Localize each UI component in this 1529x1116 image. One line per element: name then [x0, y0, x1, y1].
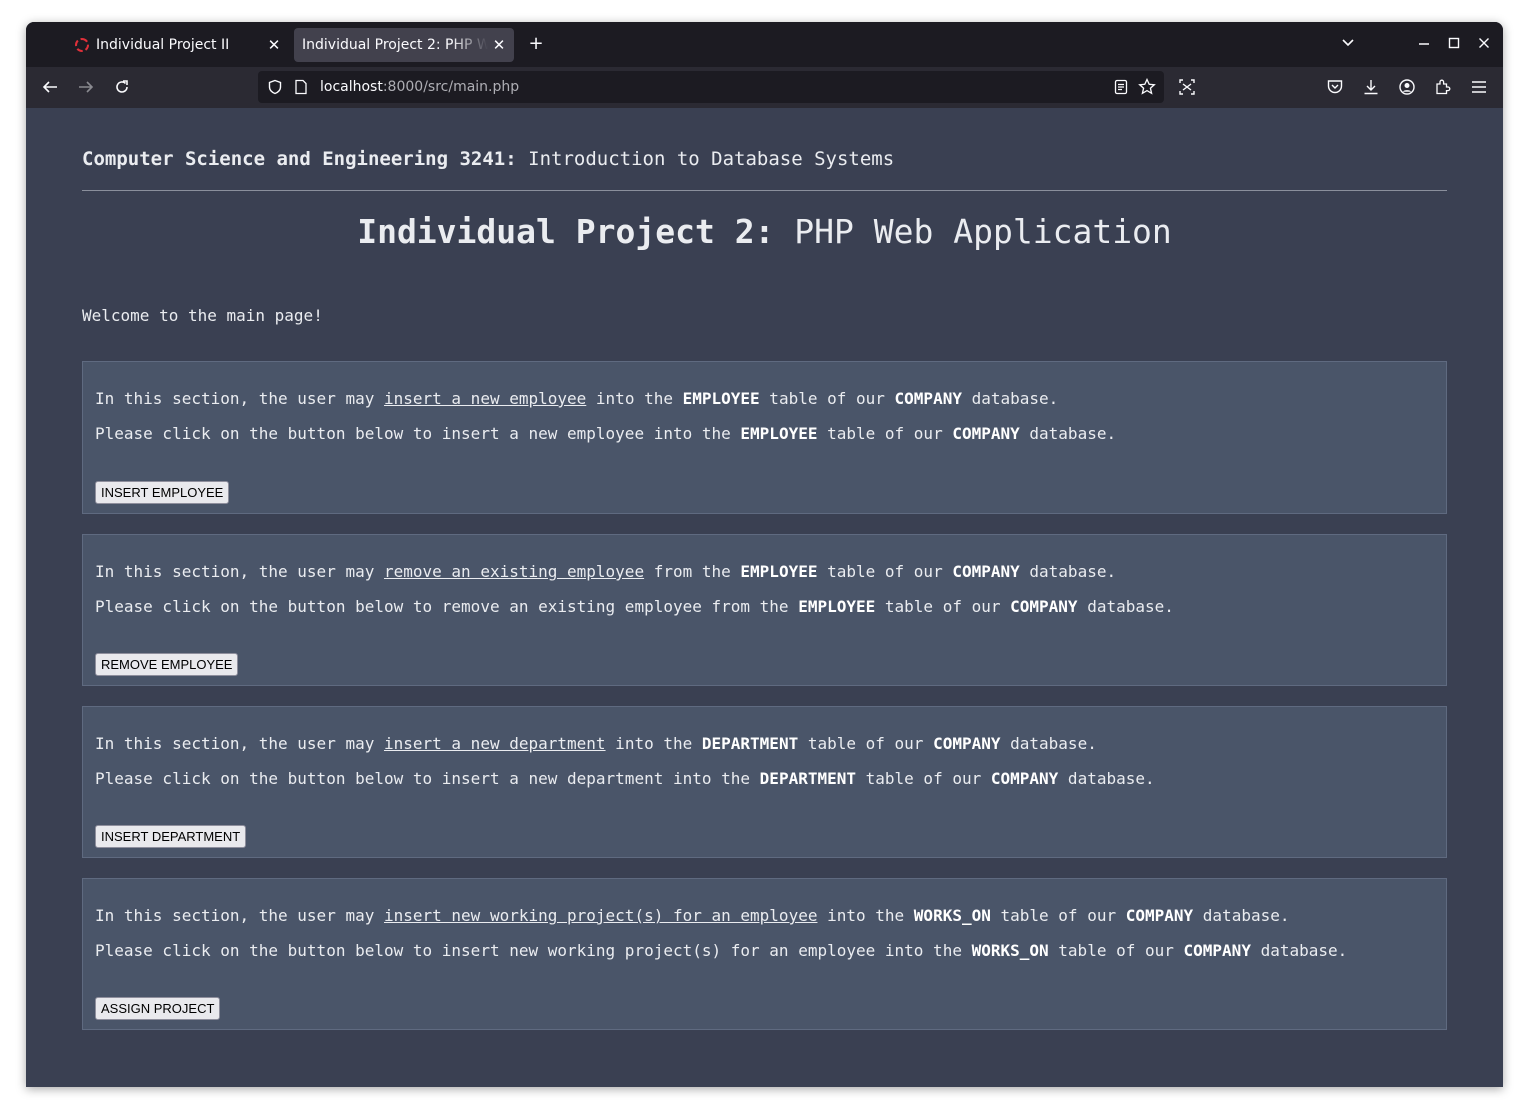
- shield-icon[interactable]: [262, 79, 288, 95]
- maximize-icon[interactable]: [1444, 35, 1464, 53]
- tab-php-web-application[interactable]: Individual Project 2: PHP Web Applicatio…: [294, 28, 514, 62]
- section-assign-project: In this section, the user may insert new…: [82, 878, 1447, 1030]
- extensions-icon[interactable]: [1433, 77, 1453, 97]
- page-info-icon[interactable]: [288, 79, 314, 95]
- reader-view-icon[interactable]: [1114, 79, 1128, 99]
- insert-department-button[interactable]: INSERT DEPARTMENT: [95, 825, 247, 848]
- forward-arrow-icon[interactable]: [76, 77, 96, 97]
- tab-title: Individual Project II: [96, 37, 230, 53]
- welcome-text: Welcome to the main page!: [82, 306, 323, 325]
- pocket-icon[interactable]: [1325, 77, 1345, 97]
- new-tab-button[interactable]: +: [526, 35, 546, 53]
- url-host: localhost: [320, 79, 383, 95]
- list-tabs-chevron-icon[interactable]: [1338, 35, 1358, 53]
- section-description: In this section, the user may insert new…: [95, 906, 1290, 925]
- section-link[interactable]: insert new working project(s) for an emp…: [384, 906, 817, 925]
- bookmark-star-icon[interactable]: [1138, 77, 1156, 100]
- section-insert-employee: In this section, the user may insert a n…: [82, 361, 1447, 514]
- section-instruction: Please click on the button below to inse…: [95, 769, 1155, 788]
- tab-individual-project-ii[interactable]: Individual Project II ✕: [67, 28, 289, 62]
- section-instruction: Please click on the button below to remo…: [95, 597, 1174, 616]
- back-arrow-icon[interactable]: [40, 77, 60, 97]
- page-title: Individual Project 2: PHP Web Applicatio…: [82, 212, 1447, 251]
- section-link[interactable]: insert a new employee: [384, 389, 586, 408]
- section-insert-department: In this section, the user may insert a n…: [82, 706, 1447, 858]
- tab-close-icon[interactable]: ✕: [488, 36, 510, 54]
- section-link[interactable]: insert a new department: [384, 734, 606, 753]
- url-text[interactable]: localhost:8000/src/main.php: [320, 79, 519, 95]
- section-instruction: Please click on the button below to inse…: [95, 424, 1117, 443]
- tab-title: Individual Project 2: PHP Web Applicatio…: [302, 37, 488, 53]
- course-header: Computer Science and Engineering 3241: I…: [82, 148, 1447, 170]
- section-description: In this section, the user may insert a n…: [95, 389, 1059, 408]
- insert-employee-button[interactable]: INSERT EMPLOYEE: [95, 481, 230, 504]
- page-title-bold: Individual Project 2:: [357, 212, 775, 251]
- tab-close-icon[interactable]: ✕: [263, 36, 285, 54]
- section-link[interactable]: remove an existing employee: [384, 562, 644, 581]
- minimize-icon[interactable]: [1414, 35, 1434, 53]
- address-bar[interactable]: localhost:8000/src/main.php: [258, 71, 1164, 103]
- course-name: Introduction to Database Systems: [516, 148, 895, 170]
- page-content: Computer Science and Engineering 3241: I…: [26, 108, 1503, 1087]
- reload-icon[interactable]: [112, 77, 132, 97]
- section-description: In this section, the user may insert a n…: [95, 734, 1097, 753]
- header-divider: [82, 190, 1447, 191]
- browser-window: Individual Project II ✕ Individual Proje…: [26, 22, 1503, 1087]
- screenshot-icon[interactable]: [1177, 77, 1197, 97]
- close-window-icon[interactable]: [1474, 35, 1494, 53]
- section-description: In this section, the user may remove an …: [95, 562, 1117, 581]
- navigation-toolbar: localhost:8000/src/main.php: [26, 67, 1503, 108]
- section-instruction: Please click on the button below to inse…: [95, 941, 1348, 960]
- account-icon[interactable]: [1397, 77, 1417, 97]
- page-title-rest: PHP Web Application: [774, 212, 1172, 251]
- remove-employee-button[interactable]: REMOVE EMPLOYEE: [95, 653, 239, 676]
- course-code: Computer Science and Engineering 3241:: [82, 148, 517, 170]
- tab-bar: Individual Project II ✕ Individual Proje…: [26, 22, 1503, 67]
- section-remove-employee: In this section, the user may remove an …: [82, 534, 1447, 686]
- downloads-icon[interactable]: [1361, 77, 1381, 97]
- tab-favicon-icon: [75, 38, 89, 52]
- url-path: :8000/src/main.php: [382, 79, 520, 95]
- app-menu-icon[interactable]: [1469, 77, 1489, 97]
- assign-project-button[interactable]: ASSIGN PROJECT: [95, 997, 221, 1020]
